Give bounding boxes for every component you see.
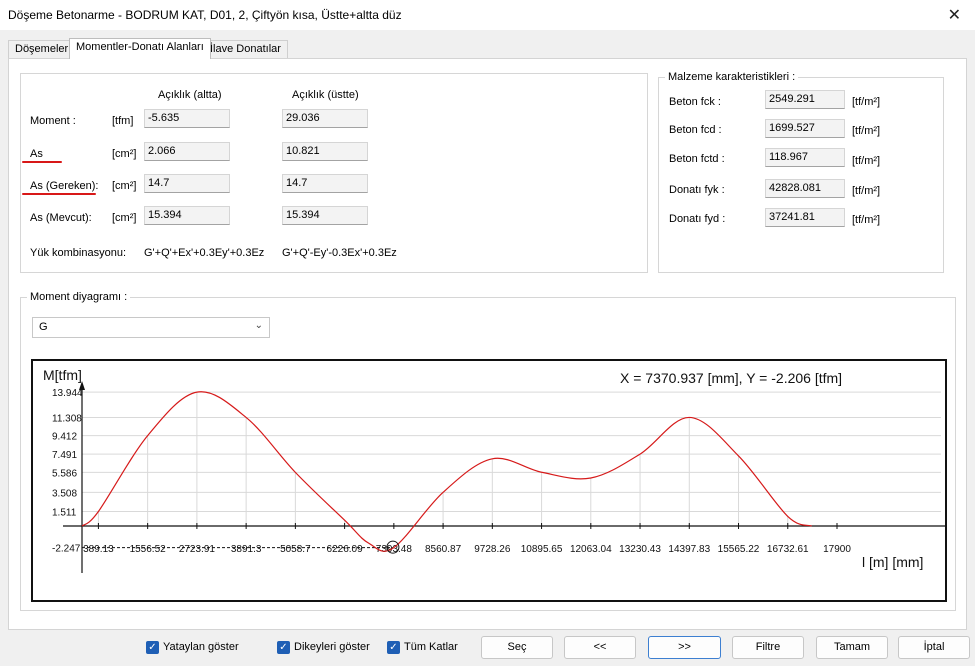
- row-unit-as-mevcut: [cm²]: [112, 212, 137, 224]
- iptal-button[interactable]: İptal: [898, 636, 970, 659]
- donati-fyd-label: Donatı fyd :: [669, 213, 726, 225]
- x-tick-label: 5058.7: [280, 544, 311, 555]
- x-tick-label: 8560.87: [425, 544, 462, 555]
- check-icon: ✓: [277, 641, 290, 654]
- title-bar: Döşeme Betonarme - BODRUM KAT, D01, 2, Ç…: [0, 0, 975, 30]
- beton-fck-label: Beton fck :: [669, 96, 721, 108]
- moment-curve: [81, 391, 812, 552]
- as-mevcut-altta-field[interactable]: 15.394: [144, 206, 230, 225]
- donati-fyk-unit: [tf/m²]: [852, 185, 881, 197]
- col-header-altta: Açıklık (altta): [158, 89, 222, 101]
- moment-chart-svg: 13.944 11.308 9.412 7.491 5.586 3.508 1.511 -2.…: [43, 367, 945, 573]
- row-unit-moment: [tfm]: [112, 115, 134, 127]
- y-tick-label: 9.412: [52, 432, 77, 443]
- x-tick-label: 14397.83: [668, 544, 710, 555]
- as-gereken-altta-field[interactable]: 14.7: [144, 174, 230, 193]
- yuk-kombinasyonu-altta: G'+Q'+Ex'+0.3Ey'+0.3Ez: [144, 247, 265, 259]
- diagram-combo-select[interactable]: G ⌄: [32, 317, 270, 338]
- x-tick-label: 12063.04: [570, 544, 612, 555]
- chevron-down-icon: ⌄: [254, 320, 263, 331]
- beton-fck-unit: [tf/m²]: [852, 96, 881, 108]
- close-icon[interactable]: ✕: [948, 5, 961, 25]
- x-tick-label: 16732.61: [767, 544, 809, 555]
- beton-fctd-field[interactable]: 118.967: [765, 148, 845, 167]
- x-tick-label: 9728.26: [474, 544, 511, 555]
- row-label-as-gereken: As (Gereken):: [30, 180, 99, 192]
- moment-altta-field[interactable]: -5.635: [144, 109, 230, 128]
- x-axis-label: l [m] [mm]: [862, 554, 923, 570]
- donati-fyd-unit: [tf/m²]: [852, 214, 881, 226]
- y-tick-label: 13.944: [52, 388, 83, 399]
- x-tick-label: 3891.3: [231, 544, 262, 555]
- y-tick-label: 5.586: [52, 468, 77, 479]
- moment-chart[interactable]: 13.944 11.308 9.412 7.491 5.586 3.508 1.511 -2.…: [31, 359, 947, 602]
- tamam-button[interactable]: Tamam: [816, 636, 888, 659]
- as-ustte-field[interactable]: 10.821: [282, 142, 368, 161]
- y-tick-label: 11.308: [52, 413, 82, 424]
- moment-diyagrami-title: Moment diyagramı :: [27, 291, 131, 303]
- beton-fcd-field[interactable]: 1699.527: [765, 119, 845, 138]
- y-tick-label: 3.508: [52, 488, 77, 499]
- previous-button[interactable]: <<: [564, 636, 636, 659]
- as-mevcut-ustte-field[interactable]: 15.394: [282, 206, 368, 225]
- diagram-combo-value: G: [39, 321, 48, 333]
- y-axis-label: M[tfm]: [43, 367, 82, 383]
- x-tick-label: 2723.91: [179, 544, 216, 555]
- beton-fck-field[interactable]: 2549.291: [765, 90, 845, 109]
- beton-fctd-label: Beton fctd :: [669, 153, 725, 165]
- momentler-group: [20, 73, 648, 273]
- x-tick-label: 17900: [823, 544, 851, 555]
- tab-dosemeler[interactable]: Döşemeler: [8, 40, 76, 58]
- row-label-as: As: [30, 148, 43, 160]
- donati-fyk-field[interactable]: 42828.081: [765, 179, 845, 198]
- x-tick-label: 10895.65: [521, 544, 563, 555]
- y-tick-label: 7.491: [52, 450, 77, 461]
- cursor-readout: X = 7370.937 [mm], Y = -2.206 [tfm]: [620, 370, 842, 386]
- tum-katlar-label: Tüm Katlar: [404, 641, 458, 653]
- moment-ustte-field[interactable]: 29.036: [282, 109, 368, 128]
- donati-fyd-field[interactable]: 37241.81: [765, 208, 845, 227]
- yataylan-goster-label: Yataylan göster: [163, 641, 239, 653]
- row-unit-as: [cm²]: [112, 148, 137, 160]
- tab-momentler-donati-alanlari[interactable]: Momentler-Donatı Alanları: [69, 38, 211, 59]
- filtre-button[interactable]: Filtre: [732, 636, 804, 659]
- yuk-kombinasyonu-ustte: G'+Q'-Ey'-0.3Ex'+0.3Ez: [282, 247, 397, 259]
- x-tick-label: 6226.09: [327, 544, 364, 555]
- row-unit-as-gereken: [cm²]: [112, 180, 137, 192]
- beton-fcd-unit: [tf/m²]: [852, 125, 881, 137]
- beton-fcd-label: Beton fcd :: [669, 124, 722, 136]
- y-tick-label: -2.247: [52, 544, 81, 555]
- check-icon: ✓: [387, 641, 400, 654]
- row-label-as-mevcut: As (Mevcut):: [30, 212, 92, 224]
- as-highlight-underline: [22, 161, 62, 163]
- donati-fyk-label: Donatı fyk :: [669, 184, 725, 196]
- window-title: Döşeme Betonarme - BODRUM KAT, D01, 2, Ç…: [8, 8, 402, 22]
- tab-ilave-donatilar[interactable]: İlave Donatılar: [203, 40, 288, 58]
- x-tick-label: 13230.43: [619, 544, 661, 555]
- as-gereken-highlight-underline: [22, 193, 96, 195]
- yuk-kombinasyonu-label: Yük kombinasyonu:: [30, 247, 126, 259]
- beton-fctd-unit: [tf/m²]: [852, 155, 881, 167]
- x-tick-label: 15565.22: [718, 544, 760, 555]
- row-label-moment: Moment :: [30, 115, 76, 127]
- x-tick-label: 389.13: [83, 544, 114, 555]
- check-icon: ✓: [146, 641, 159, 654]
- malzeme-title: Malzeme karakteristikleri :: [665, 71, 799, 83]
- sec-button[interactable]: Seç: [481, 636, 553, 659]
- bottom-bar: ✓ Yataylan göster ✓ Dikeyleri göster ✓ T…: [0, 632, 975, 666]
- x-tick-label: 1556.52: [130, 544, 167, 555]
- col-header-ustte: Açıklık (üstte): [292, 89, 359, 101]
- as-gereken-ustte-field[interactable]: 14.7: [282, 174, 368, 193]
- dikeyleri-goster-label: Dikeyleri göster: [294, 641, 370, 653]
- as-altta-field[interactable]: 2.066: [144, 142, 230, 161]
- y-tick-label: 1.511: [52, 507, 77, 518]
- next-button[interactable]: >>: [648, 636, 721, 659]
